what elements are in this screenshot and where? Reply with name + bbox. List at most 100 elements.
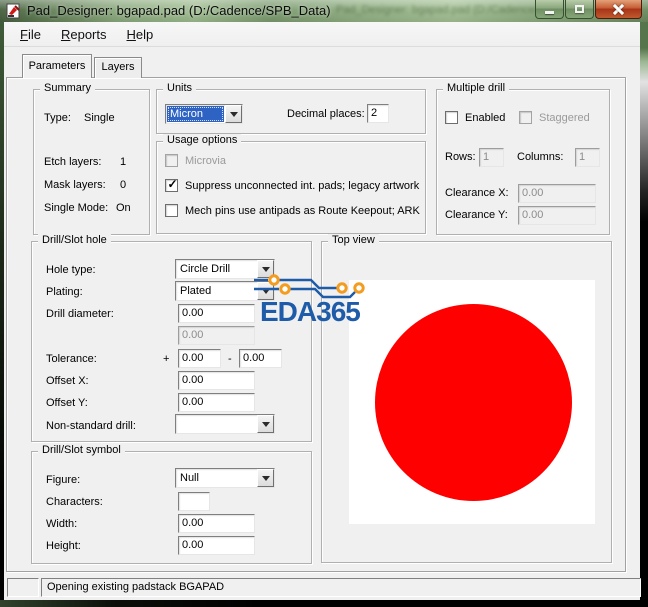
figure-value: Null	[180, 472, 199, 484]
non-standard-drill-label: Non-standard drill:	[46, 420, 136, 432]
close-button[interactable]	[595, 0, 642, 19]
drill-slot-hole-group-title: Drill/Slot hole	[38, 234, 111, 246]
minimize-icon	[545, 10, 554, 14]
units-dropdown-arrow-icon[interactable]	[225, 105, 242, 123]
window-controls	[534, 0, 642, 19]
offset-x-label: Offset X:	[46, 375, 89, 387]
single-mode-label: Single Mode:	[44, 202, 109, 214]
height-input[interactable]: 0.00	[178, 536, 255, 555]
maximize-icon	[575, 5, 584, 13]
clearance-y-label: Clearance Y:	[445, 209, 508, 221]
top-view-canvas	[349, 280, 595, 524]
tolerance-minus-input[interactable]: 0.00	[239, 349, 282, 368]
app-icon	[6, 3, 22, 19]
microvia-label: Microvia	[185, 155, 226, 167]
menu-reports[interactable]: Reports	[53, 25, 115, 44]
etch-layers-label: Etch layers:	[44, 156, 102, 168]
mask-layers-label: Mask layers:	[44, 179, 106, 191]
units-selected-value: Micron	[167, 106, 224, 122]
offset-y-input[interactable]: 0.00	[178, 393, 255, 412]
usage-options-group-title: Usage options	[163, 134, 242, 146]
window-title: Pad_Designer: bgapad.pad (D:/Cadence/SPB…	[27, 3, 331, 18]
hole-type-value: Circle Drill	[180, 263, 231, 275]
type-label: Type:	[44, 112, 71, 124]
clearance-x-label: Clearance X:	[445, 187, 509, 199]
hole-type-label: Hole type:	[46, 264, 96, 276]
decimal-places-label: Decimal places:	[287, 108, 365, 120]
mask-layers-value: 0	[120, 179, 127, 191]
microvia-checkbox	[165, 154, 178, 167]
parameters-panel: Summary Type: Single Etch layers: 1 Mask…	[6, 77, 626, 572]
check-icon: ✓	[167, 177, 178, 191]
staggered-checkbox	[519, 111, 532, 124]
suppress-unconnected-checkbox[interactable]: ✓	[165, 177, 178, 192]
status-message: Opening existing padstack BGAPAD	[41, 578, 641, 597]
titlebar[interactable]: Pad_Designer: bgapad.pad (D:/Cadence/SPB…	[0, 0, 648, 22]
width-input[interactable]: 0.00	[178, 514, 255, 533]
plating-select[interactable]: Plated	[175, 281, 275, 301]
figure-dropdown-arrow-icon[interactable]	[257, 469, 274, 487]
drill-diameter-secondary-input: 0.00	[178, 326, 255, 345]
decimal-places-input[interactable]: 2	[367, 104, 389, 123]
plating-dropdown-arrow-icon[interactable]	[257, 282, 274, 300]
offset-y-label: Offset Y:	[46, 397, 88, 409]
clearance-x-input: 0.00	[518, 184, 596, 203]
window-border-bottom	[0, 600, 648, 607]
offset-x-input[interactable]: 0.00	[178, 371, 255, 390]
non-standard-drill-value	[177, 416, 256, 432]
figure-select[interactable]: Null	[175, 468, 275, 488]
drill-slot-symbol-group: Drill/Slot symbol Figure: Null Character…	[31, 444, 312, 564]
enabled-label: Enabled	[465, 112, 506, 124]
client-area: File Reports Help Parameters Layers Summ…	[4, 22, 641, 600]
etch-layers-value: 1	[120, 156, 127, 168]
close-icon	[613, 4, 624, 15]
non-standard-drill-select[interactable]	[175, 414, 275, 434]
drill-slot-symbol-group-title: Drill/Slot symbol	[38, 444, 125, 456]
non-standard-drill-dropdown-arrow-icon[interactable]	[257, 415, 274, 433]
maximize-button[interactable]	[565, 0, 594, 19]
units-select[interactable]: Micron	[165, 104, 243, 124]
clearance-y-input: 0.00	[518, 206, 596, 225]
characters-input[interactable]	[178, 492, 210, 511]
plating-value: Plated	[180, 285, 212, 297]
mech-pins-checkbox[interactable]	[165, 204, 178, 217]
type-value: Single	[84, 112, 115, 124]
status-grip-cell	[7, 578, 39, 597]
tolerance-minus-sign: -	[228, 353, 232, 365]
drill-slot-hole-group: Drill/Slot hole Hole type: Circle Drill …	[31, 234, 312, 442]
window-border-right	[640, 22, 648, 600]
drill-diameter-input[interactable]: 0.00	[178, 304, 255, 323]
columns-label: Columns:	[517, 151, 564, 163]
titlebar-reflection: Pad_Designer: bgapad.pad (D:/Cadence/SPB…	[336, 4, 556, 16]
multiple-drill-group: Multiple drill Enabled Staggered Rows: 1…	[436, 82, 610, 235]
rows-input: 1	[479, 148, 504, 167]
enabled-checkbox[interactable]	[445, 111, 458, 124]
tolerance-plus-input[interactable]: 0.00	[178, 349, 221, 368]
tolerance-plus-sign: +	[163, 353, 170, 365]
pad-designer-window: Pad_Designer: bgapad.pad (D:/Cadence/SPB…	[0, 0, 648, 607]
usage-options-group: Usage options Microvia ✓ Suppress unconn…	[156, 134, 426, 234]
columns-input: 1	[575, 148, 600, 167]
characters-label: Characters:	[46, 496, 103, 508]
minimize-button[interactable]	[535, 0, 564, 19]
mech-pins-label: Mech pins use antipads as Route Keepout;…	[185, 205, 420, 217]
plating-label: Plating:	[46, 286, 83, 298]
drill-diameter-label: Drill diameter:	[46, 308, 114, 320]
staggered-label: Staggered	[539, 112, 590, 124]
height-label: Height:	[46, 540, 81, 552]
single-mode-value: On	[116, 202, 131, 214]
summary-group: Summary Type: Single Etch layers: 1 Mask…	[33, 82, 150, 235]
tab-layers[interactable]: Layers	[94, 57, 142, 78]
hole-type-dropdown-arrow-icon[interactable]	[257, 260, 274, 278]
hole-type-select[interactable]: Circle Drill	[175, 259, 275, 279]
pad-circle	[375, 304, 572, 501]
menu-file[interactable]: File	[12, 25, 49, 44]
figure-label: Figure:	[46, 474, 81, 486]
units-group: Units Micron Decimal places: 2	[156, 82, 426, 134]
menubar: File Reports Help	[4, 22, 640, 47]
rows-label: Rows:	[445, 151, 476, 163]
multiple-drill-group-title: Multiple drill	[443, 82, 510, 94]
tab-parameters[interactable]: Parameters	[22, 54, 92, 78]
tolerance-label: Tolerance:	[46, 353, 97, 365]
menu-help[interactable]: Help	[119, 25, 162, 44]
